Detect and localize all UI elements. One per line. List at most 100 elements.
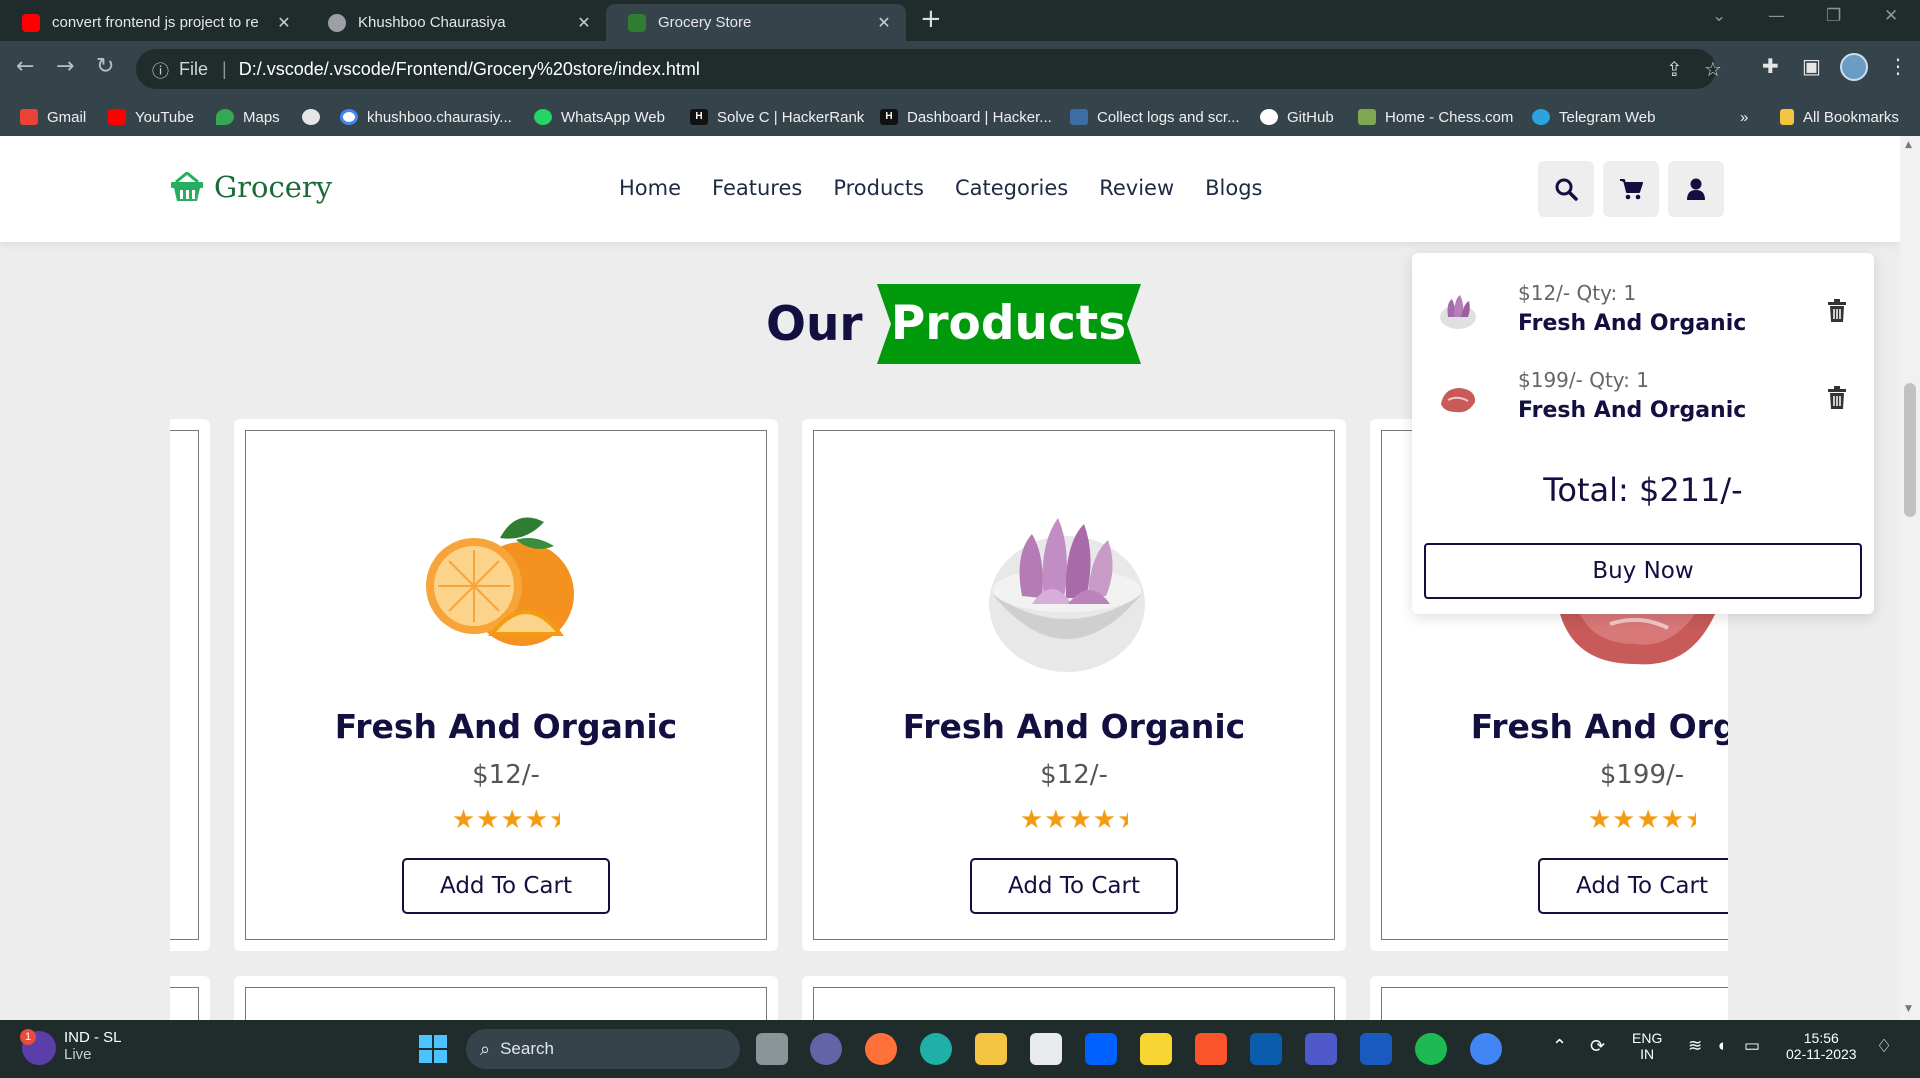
chevron-up-icon[interactable]: ⌃ bbox=[1552, 1036, 1567, 1057]
chrome-icon[interactable] bbox=[1470, 1033, 1502, 1065]
basket-icon bbox=[171, 172, 203, 201]
side-panel-icon[interactable]: ▣ bbox=[1802, 54, 1821, 78]
nav-blogs[interactable]: Blogs bbox=[1205, 176, 1262, 200]
weather-widget[interactable]: IND - SL Live bbox=[64, 1029, 122, 1063]
tab-profile[interactable]: Khushboo Chaurasiya ✕ bbox=[306, 4, 606, 41]
cart-item-price: $12/- Qty: 1 bbox=[1518, 281, 1637, 305]
bookmark-star-icon[interactable]: ☆ bbox=[1704, 57, 1722, 81]
info-icon[interactable]: ⓘ bbox=[152, 57, 169, 82]
page-scrollbar[interactable]: ▲ ▼ bbox=[1900, 136, 1920, 1020]
clock[interactable]: 15:56 02-11-2023 bbox=[1786, 1030, 1857, 1062]
bookmark-google-profile[interactable]: khushboo.chaurasiy... bbox=[340, 98, 512, 136]
file-explorer-icon[interactable] bbox=[975, 1033, 1007, 1065]
task-view-icon[interactable] bbox=[756, 1033, 788, 1065]
bookmark-youtube[interactable]: YouTube bbox=[108, 98, 194, 136]
restore-button[interactable]: ❐ bbox=[1826, 6, 1841, 26]
product-price: $12/- bbox=[472, 760, 540, 790]
add-to-cart-button[interactable]: Add To Cart bbox=[402, 858, 610, 914]
gmail-icon bbox=[20, 109, 38, 125]
nav-products[interactable]: Products bbox=[833, 176, 924, 200]
nav-categories[interactable]: Categories bbox=[955, 176, 1068, 200]
sticky-notes-icon[interactable] bbox=[1140, 1033, 1172, 1065]
search-icon: ⌕ bbox=[480, 1038, 491, 1059]
close-tab-icon[interactable]: ✕ bbox=[272, 13, 296, 33]
product-card-partial bbox=[1370, 976, 1728, 1020]
bookmark-globe[interactable] bbox=[302, 98, 329, 136]
trash-icon[interactable] bbox=[1826, 299, 1848, 323]
url-text: D:/.vscode/.vscode/Frontend/Grocery%20st… bbox=[238, 58, 700, 79]
product-card-partial bbox=[234, 976, 778, 1020]
spotify-icon[interactable] bbox=[1415, 1033, 1447, 1065]
extensions-icon[interactable]: ✚ bbox=[1762, 54, 1779, 78]
more-bookmarks-button[interactable]: » bbox=[1740, 98, 1748, 136]
user-button[interactable] bbox=[1668, 161, 1724, 217]
menu-icon[interactable]: ⋮ bbox=[1888, 54, 1908, 78]
bookmark-hackerrank-solve[interactable]: H Solve C | HackerRank bbox=[690, 98, 864, 136]
cart-item-name: Fresh And Organic bbox=[1518, 398, 1747, 423]
forward-icon[interactable]: → bbox=[56, 54, 74, 79]
bookmark-hackerrank-dashboard[interactable]: H Dashboard | Hacker... bbox=[880, 98, 1052, 136]
add-to-cart-button[interactable]: Add To Cart bbox=[970, 858, 1178, 914]
wifi-icon[interactable]: ≋ bbox=[1688, 1036, 1702, 1056]
taskbar-search[interactable]: ⌕ Search bbox=[466, 1029, 740, 1069]
brave-icon[interactable] bbox=[1195, 1033, 1227, 1065]
volume-icon[interactable]: ◖ bbox=[1716, 1036, 1726, 1056]
rating-stars: ★★★★★ bbox=[1019, 805, 1128, 835]
tab-search-icon[interactable]: ⌄ bbox=[1712, 6, 1726, 26]
nav-home[interactable]: Home bbox=[619, 176, 681, 200]
new-tab-button[interactable]: + bbox=[920, 4, 942, 34]
share-icon[interactable]: ⇪ bbox=[1666, 57, 1683, 81]
bookmark-gmail[interactable]: Gmail bbox=[20, 98, 86, 136]
cart-button[interactable] bbox=[1603, 161, 1659, 217]
scroll-up-icon[interactable]: ▲ bbox=[1905, 140, 1912, 150]
bookmark-maps[interactable]: Maps bbox=[216, 98, 280, 136]
dropbox-icon[interactable] bbox=[1085, 1033, 1117, 1065]
battery-icon[interactable]: ▭ bbox=[1744, 1036, 1760, 1056]
close-tab-icon[interactable]: ✕ bbox=[872, 13, 896, 33]
scroll-down-icon[interactable]: ▼ bbox=[1905, 1004, 1912, 1014]
notification-bell-icon[interactable]: ♢ bbox=[1876, 1036, 1892, 1057]
windows-start-icon[interactable] bbox=[419, 1035, 447, 1063]
scrollbar-thumb[interactable] bbox=[1904, 383, 1916, 517]
tab-youtube[interactable]: convert frontend js project to re ✕ bbox=[0, 4, 306, 41]
minimize-button[interactable]: — bbox=[1768, 6, 1785, 26]
bookmark-logs[interactable]: Collect logs and scr... bbox=[1070, 98, 1240, 136]
meet-icon[interactable] bbox=[810, 1033, 842, 1065]
vpn-icon[interactable] bbox=[1250, 1033, 1282, 1065]
logo[interactable]: Grocery bbox=[170, 170, 332, 204]
edge-icon[interactable] bbox=[920, 1033, 952, 1065]
bookmark-github[interactable]: GitHub bbox=[1260, 98, 1334, 136]
teams-icon[interactable] bbox=[1305, 1033, 1337, 1065]
bookmark-telegram[interactable]: Telegram Web bbox=[1532, 98, 1655, 136]
firefox-icon[interactable] bbox=[865, 1033, 897, 1065]
globe-icon bbox=[302, 109, 320, 125]
weather-widget-icon[interactable]: 1 bbox=[20, 1029, 56, 1065]
language-indicator[interactable]: ENG IN bbox=[1632, 1030, 1662, 1062]
nav-review[interactable]: Review bbox=[1099, 176, 1174, 200]
trash-icon[interactable] bbox=[1826, 386, 1848, 410]
buy-now-button[interactable]: Buy Now bbox=[1424, 543, 1862, 599]
bookmark-chess[interactable]: Home - Chess.com bbox=[1358, 98, 1513, 136]
google-icon bbox=[340, 109, 358, 125]
nav-features[interactable]: Features bbox=[712, 176, 802, 200]
cart-total: Total: $211/- bbox=[1543, 471, 1743, 509]
add-to-cart-button[interactable]: Add To Cart bbox=[1538, 858, 1728, 914]
globe-icon bbox=[328, 13, 346, 32]
search-button[interactable] bbox=[1538, 161, 1594, 217]
sync-icon[interactable]: ⟳ bbox=[1590, 1036, 1605, 1057]
reload-icon[interactable]: ↻ bbox=[96, 54, 114, 79]
word-icon[interactable] bbox=[1360, 1033, 1392, 1065]
all-bookmarks[interactable]: All Bookmarks bbox=[1780, 98, 1899, 136]
profile-avatar[interactable] bbox=[1840, 53, 1868, 81]
tab-strip: convert frontend js project to re ✕ Khus… bbox=[0, 0, 1920, 41]
address-bar[interactable]: ⓘ File | D:/.vscode/.vscode/Frontend/Gro… bbox=[136, 49, 1722, 89]
close-window-button[interactable]: ✕ bbox=[1884, 6, 1898, 26]
close-tab-icon[interactable]: ✕ bbox=[572, 13, 596, 33]
back-icon[interactable]: ← bbox=[16, 54, 34, 79]
bookmark-whatsapp[interactable]: WhatsApp Web bbox=[534, 98, 665, 136]
youtube-icon bbox=[22, 13, 40, 32]
tab-grocery-store[interactable]: Grocery Store ✕ bbox=[606, 4, 906, 41]
rating-stars: ★★★★★ bbox=[1587, 805, 1696, 835]
snipping-tool-icon[interactable] bbox=[1030, 1033, 1062, 1065]
search-icon bbox=[1555, 178, 1578, 201]
